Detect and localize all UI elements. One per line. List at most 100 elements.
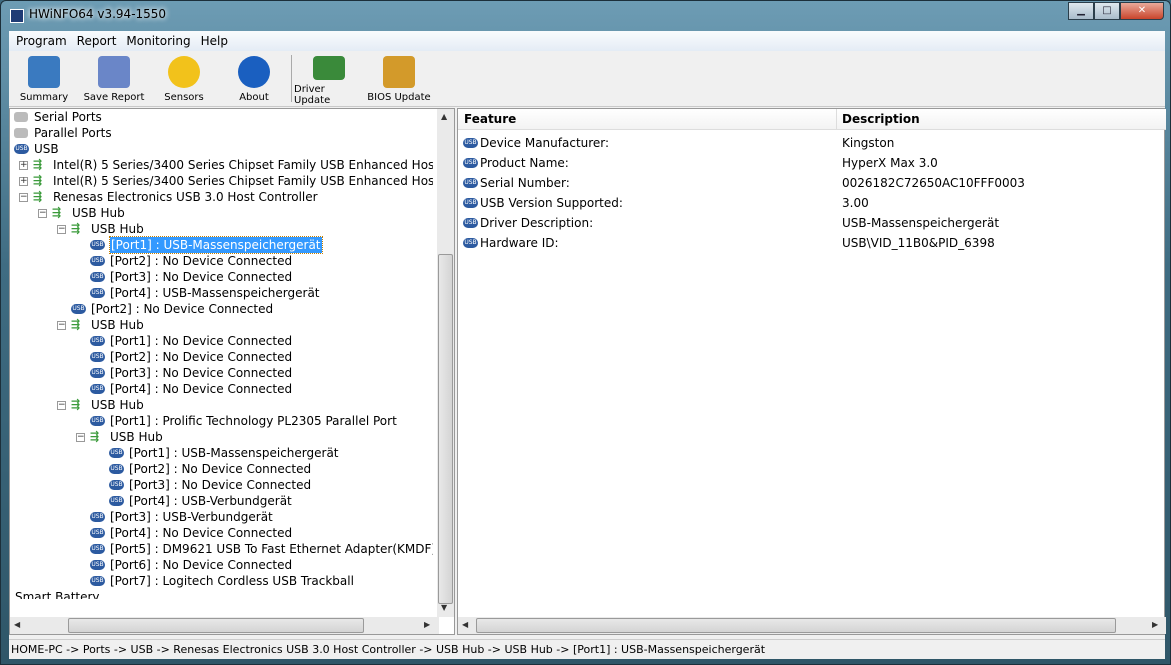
usb-icon: USB bbox=[109, 480, 124, 490]
tree-item[interactable]: Smart Battery bbox=[10, 589, 433, 599]
tree-item[interactable]: USB USB bbox=[10, 141, 433, 157]
minimize-button[interactable]: ▁ bbox=[1068, 2, 1094, 20]
tree-item-label: [Port6] : No Device Connected bbox=[110, 558, 293, 572]
scroll-up-icon[interactable]: ▲ bbox=[441, 112, 447, 121]
menu-program[interactable]: Program bbox=[11, 34, 72, 48]
tree-item[interactable]: USB [Port2] : No Device Connected bbox=[10, 253, 433, 269]
usb-icon: USB bbox=[90, 368, 105, 378]
tree-item[interactable]: ⇶ − Renesas Electronics USB 3.0 Host Contr… bbox=[10, 189, 433, 205]
detail-row[interactable]: USB Hardware ID: USB\VID_11B0&PID_6398 bbox=[458, 233, 1158, 253]
detail-row[interactable]: USB Driver Description: USB-Massenspeicher… bbox=[458, 213, 1158, 233]
tree-item[interactable]: USB [Port1] : Prolific Technology PL2305 … bbox=[10, 413, 433, 429]
tree-item-label: [Port1] : USB-Massenspeichergerät bbox=[109, 236, 323, 254]
tree-item[interactable]: ⇶ − USB Hub bbox=[10, 317, 433, 333]
tree-item[interactable]: USB [Port4] : USB-Verbundgerät bbox=[10, 493, 433, 509]
tree-item[interactable]: USB [Port4] : USB-Massenspeichergerät bbox=[10, 285, 433, 301]
expand-icon[interactable]: + bbox=[19, 161, 28, 170]
description-cell: USB-Massenspeichergerät bbox=[842, 216, 1000, 230]
menu-report[interactable]: Report bbox=[72, 34, 122, 48]
tree-item[interactable]: Parallel Ports bbox=[10, 125, 433, 141]
menu-help[interactable]: Help bbox=[196, 34, 233, 48]
tree-item[interactable]: USB [Port3] : USB-Verbundgerät bbox=[10, 509, 433, 525]
toolbar-button-label: About bbox=[239, 92, 269, 103]
tree-vscroll-thumb[interactable] bbox=[438, 254, 453, 604]
tree-item-label: USB Hub bbox=[91, 318, 144, 332]
tree-item[interactable]: USB [Port5] : DM9621 USB To Fast Ethernet… bbox=[10, 541, 433, 557]
tree-item[interactable]: USB [Port4] : No Device Connected bbox=[10, 525, 433, 541]
tree-item[interactable]: USB [Port4] : No Device Connected bbox=[10, 381, 433, 397]
tree-item[interactable]: USB [Port6] : No Device Connected bbox=[10, 557, 433, 573]
tree-item[interactable]: USB [Port7] : Logitech Cordless USB Track… bbox=[10, 573, 433, 589]
collapse-icon[interactable]: − bbox=[76, 433, 85, 442]
tree-item[interactable]: ⇶ − USB Hub bbox=[10, 397, 433, 413]
details-pane: Feature Description USB Device Manufactur… bbox=[457, 108, 1166, 635]
hub-icon: ⇶ bbox=[52, 206, 62, 219]
tree-item[interactable]: ⇶ + Intel(R) 5 Series/3400 Series Chipset … bbox=[10, 157, 433, 173]
tree-item[interactable]: USB [Port2] : No Device Connected bbox=[10, 461, 433, 477]
scroll-down-icon[interactable]: ▼ bbox=[441, 603, 447, 612]
usb-icon: USB bbox=[463, 178, 478, 188]
scroll-right-icon[interactable]: ▶ bbox=[1152, 620, 1158, 629]
toolbar-button-summary[interactable]: Summary bbox=[9, 51, 79, 106]
tree-item[interactable]: USB [Port3] : No Device Connected bbox=[10, 477, 433, 493]
toolbar-button-save-report[interactable]: Save Report bbox=[79, 51, 149, 106]
tree-item-label: [Port7] : Logitech Cordless USB Trackbal… bbox=[110, 574, 354, 588]
tree-hscroll-thumb[interactable] bbox=[68, 618, 364, 633]
collapse-icon[interactable]: − bbox=[57, 225, 66, 234]
description-cell: Kingston bbox=[842, 136, 895, 150]
tree-item[interactable]: USB [Port1] : USB-Massenspeichergerät bbox=[10, 445, 433, 461]
tree-item[interactable]: USB [Port2] : No Device Connected bbox=[10, 301, 433, 317]
collapse-icon[interactable]: − bbox=[57, 321, 66, 330]
toolbar-button-sensors[interactable]: Sensors bbox=[149, 51, 219, 106]
collapse-icon[interactable]: − bbox=[57, 401, 66, 410]
tree-item-label: [Port2] : No Device Connected bbox=[129, 462, 312, 476]
toolbar-button-bios-update[interactable]: BIOS Update bbox=[364, 51, 434, 106]
toolbar-button-label: BIOS Update bbox=[367, 92, 431, 103]
toolbar-button-about[interactable]: About bbox=[219, 51, 289, 106]
toolbar-button-driver-update[interactable]: Driver Update bbox=[294, 51, 364, 106]
tree-item-label: [Port3] : USB-Verbundgerät bbox=[110, 510, 273, 524]
tree-item-label: USB Hub bbox=[110, 430, 163, 444]
feature-column-header[interactable]: Feature bbox=[464, 112, 516, 126]
usb-icon: USB bbox=[14, 144, 29, 154]
detail-row[interactable]: USB USB Version Supported: 3.00 bbox=[458, 193, 1158, 213]
description-column-header[interactable]: Description bbox=[842, 112, 920, 126]
tree-item[interactable]: ⇶ − USB Hub bbox=[10, 205, 433, 221]
tree-item[interactable]: USB [Port2] : No Device Connected bbox=[10, 349, 433, 365]
usb-icon: USB bbox=[90, 336, 105, 346]
scroll-right-icon[interactable]: ▶ bbox=[424, 620, 430, 629]
usb-icon: USB bbox=[109, 464, 124, 474]
collapse-icon[interactable]: − bbox=[38, 209, 47, 218]
tree-item-label: Parallel Ports bbox=[34, 126, 112, 140]
usb-icon: USB bbox=[90, 352, 105, 362]
collapse-icon[interactable]: − bbox=[19, 193, 28, 202]
expand-icon[interactable]: + bbox=[19, 177, 28, 186]
hub-icon: ⇶ bbox=[33, 174, 43, 187]
tree-item-label: [Port5] : DM9621 USB To Fast Ethernet Ad… bbox=[110, 542, 433, 556]
tree-item[interactable]: Serial Ports bbox=[10, 109, 433, 125]
close-button[interactable]: ✕ bbox=[1120, 2, 1164, 20]
detail-row[interactable]: USB Product Name: HyperX Max 3.0 bbox=[458, 153, 1158, 173]
details-horizontal-scrollbar[interactable]: ◀ ▶ bbox=[458, 617, 1166, 634]
menu-monitoring[interactable]: Monitoring bbox=[121, 34, 195, 48]
usb-icon: USB bbox=[109, 496, 124, 506]
lightning-icon bbox=[168, 56, 200, 88]
tree-item[interactable]: USB [Port1] : USB-Massenspeichergerät bbox=[10, 236, 433, 254]
scroll-left-icon[interactable]: ◀ bbox=[462, 620, 468, 629]
tree-item-label: [Port2] : No Device Connected bbox=[110, 254, 293, 268]
details-hscroll-thumb[interactable] bbox=[476, 618, 1116, 633]
tree-horizontal-scrollbar[interactable]: ◀ ▶ bbox=[10, 617, 439, 634]
tree-vertical-scrollbar[interactable]: ▲ ▼ bbox=[437, 109, 454, 617]
detail-row[interactable]: USB Device Manufacturer: Kingston bbox=[458, 133, 1158, 153]
tree-item[interactable]: ⇶ − USB Hub bbox=[10, 429, 433, 445]
detail-row[interactable]: USB Serial Number: 0026182C72650AC10FFF000… bbox=[458, 173, 1158, 193]
hub-icon: ⇶ bbox=[71, 318, 81, 331]
usb-icon: USB bbox=[90, 288, 105, 298]
tree-item[interactable]: USB [Port3] : No Device Connected bbox=[10, 269, 433, 285]
tree-item[interactable]: USB [Port1] : No Device Connected bbox=[10, 333, 433, 349]
tree-item[interactable]: ⇶ + Intel(R) 5 Series/3400 Series Chipset … bbox=[10, 173, 433, 189]
tree-item[interactable]: USB [Port3] : No Device Connected bbox=[10, 365, 433, 381]
scroll-left-icon[interactable]: ◀ bbox=[14, 620, 20, 629]
maximize-button[interactable]: □ bbox=[1094, 2, 1120, 20]
tree-item[interactable]: ⇶ − USB Hub bbox=[10, 221, 433, 237]
